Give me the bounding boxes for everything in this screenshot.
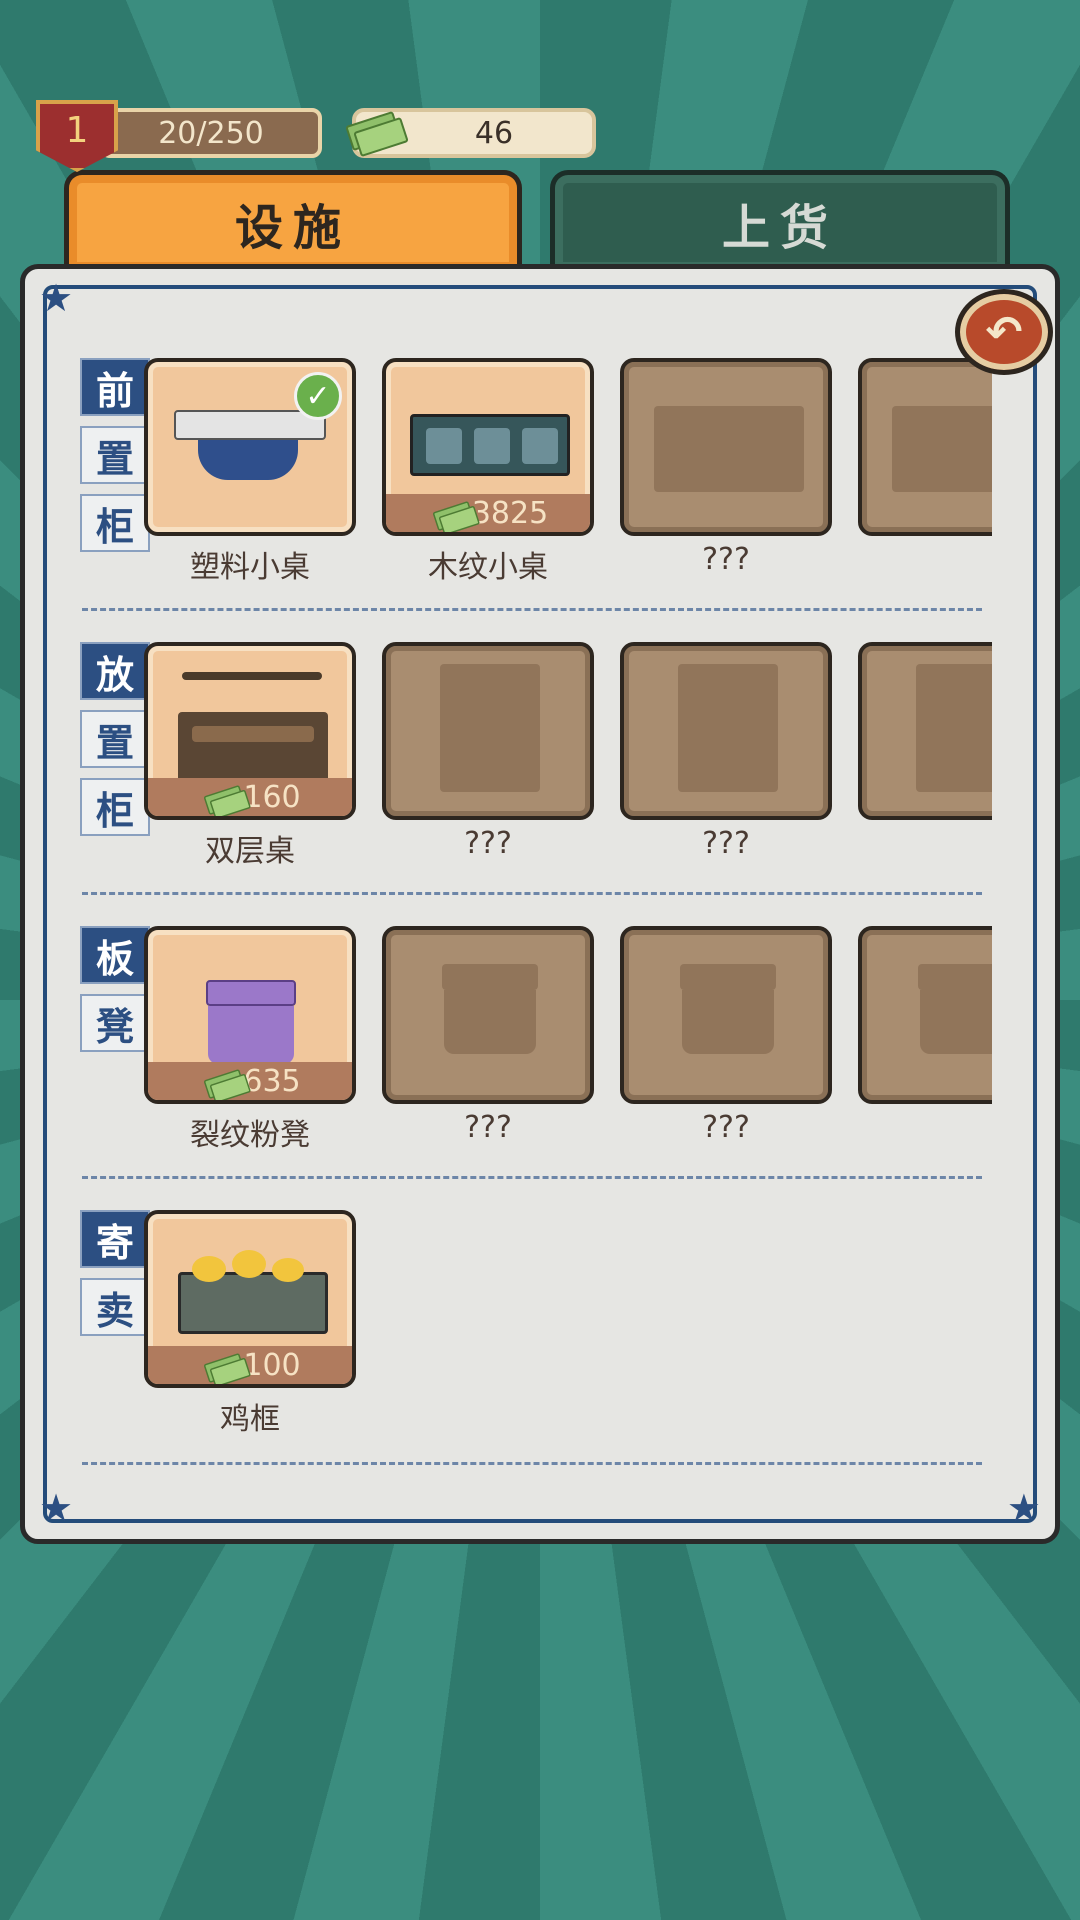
cash-icon <box>204 787 234 807</box>
price-value: 635 <box>243 1063 301 1099</box>
item-card[interactable] <box>620 358 832 536</box>
item-name: ??? <box>702 1110 750 1145</box>
item-card[interactable]: ✓ <box>144 358 356 536</box>
item-name: ??? <box>702 826 750 861</box>
chick-crate-icon <box>192 1256 226 1282</box>
item-name: 裂纹粉凳 <box>190 1118 310 1153</box>
wood-counter-icon <box>474 428 510 464</box>
locked-counter-icon <box>892 406 992 492</box>
purple-stool-icon <box>206 980 296 1006</box>
sections-container: 前置柜 ✓ 塑料小桌 3825 木纹小桌??? 放置柜 160 双层桌?????? 板凳 635 裂… <box>0 0 992 1920</box>
item-name: ??? <box>702 542 750 577</box>
item-name: ??? <box>464 1110 512 1145</box>
item-name: ??? <box>464 826 512 861</box>
section-divider <box>82 1176 982 1179</box>
plastic-table-icon <box>198 440 298 480</box>
items-scroll-row[interactable]: 635 裂纹粉凳?????? <box>60 926 992 1210</box>
items-scroll-row[interactable]: ✓ 塑料小桌 3825 木纹小桌??? <box>60 358 992 642</box>
wood-counter-icon <box>522 428 558 464</box>
cash-icon <box>204 1071 234 1091</box>
price-tag: 635 <box>148 1062 352 1100</box>
item-card[interactable] <box>858 358 992 536</box>
item-name: 塑料小桌 <box>190 550 310 585</box>
cash-icon <box>433 503 463 523</box>
chick-crate-icon <box>232 1250 266 1278</box>
price-value: 100 <box>243 1347 301 1383</box>
locked-shelf-icon <box>678 664 778 792</box>
undo-arrow-icon: ↶ <box>985 306 1023 358</box>
items-scroll-row[interactable]: 160 双层桌?????? <box>60 642 992 926</box>
double-shelf-table-icon <box>192 726 314 742</box>
locked-stool-icon <box>680 964 776 990</box>
section-divider <box>82 608 982 611</box>
facility-section: 寄卖 100 鸡框 <box>60 1210 992 1494</box>
item-card[interactable]: 3825 <box>382 358 594 536</box>
item-name: 木纹小桌 <box>428 550 548 585</box>
back-button[interactable]: ↶ <box>955 289 1053 375</box>
owned-check-icon: ✓ <box>294 372 342 420</box>
corner-star-icon: ★ <box>1006 1486 1041 1530</box>
price-tag: 160 <box>148 778 352 816</box>
price-tag: 100 <box>148 1346 352 1384</box>
price-value: 3825 <box>471 495 549 531</box>
item-card[interactable]: 100 <box>144 1210 356 1388</box>
item-name: 双层桌 <box>205 834 295 869</box>
section-divider <box>82 892 982 895</box>
item-card[interactable] <box>858 642 992 820</box>
item-card[interactable]: 160 <box>144 642 356 820</box>
item-card[interactable] <box>858 926 992 1104</box>
double-shelf-table-icon <box>178 712 328 782</box>
chick-crate-icon <box>178 1272 328 1334</box>
facility-section: 前置柜 ✓ 塑料小桌 3825 木纹小桌??? <box>60 358 992 642</box>
item-name: 鸡框 <box>220 1402 280 1437</box>
cash-icon <box>204 1355 234 1375</box>
price-value: 160 <box>243 779 301 815</box>
item-card[interactable] <box>382 642 594 820</box>
locked-stool-icon <box>918 964 992 990</box>
locked-stool-icon <box>444 990 536 1054</box>
level-number: 1 <box>65 110 89 151</box>
xp-bar: 20/250 <box>100 108 322 158</box>
locked-shelf-icon <box>916 664 992 792</box>
item-card[interactable] <box>382 926 594 1104</box>
locked-shelf-icon <box>440 664 540 792</box>
locked-stool-icon <box>442 964 538 990</box>
price-tag: 3825 <box>386 494 590 532</box>
chick-crate-icon <box>272 1258 304 1282</box>
locked-counter-icon <box>654 406 804 492</box>
item-card[interactable]: 635 <box>144 926 356 1104</box>
facility-section: 放置柜 160 双层桌?????? <box>60 642 992 926</box>
section-divider <box>82 1462 982 1465</box>
item-card[interactable] <box>620 926 832 1104</box>
item-card[interactable] <box>620 642 832 820</box>
items-scroll-row[interactable]: 100 鸡框 <box>60 1210 992 1494</box>
wood-counter-icon <box>426 428 462 464</box>
purple-stool-icon <box>208 1006 294 1064</box>
locked-stool-icon <box>920 990 992 1054</box>
double-shelf-table-icon <box>182 672 322 680</box>
facility-section: 板凳 635 裂纹粉凳?????? <box>60 926 992 1210</box>
xp-text: 20/250 <box>158 115 264 151</box>
locked-stool-icon <box>682 990 774 1054</box>
